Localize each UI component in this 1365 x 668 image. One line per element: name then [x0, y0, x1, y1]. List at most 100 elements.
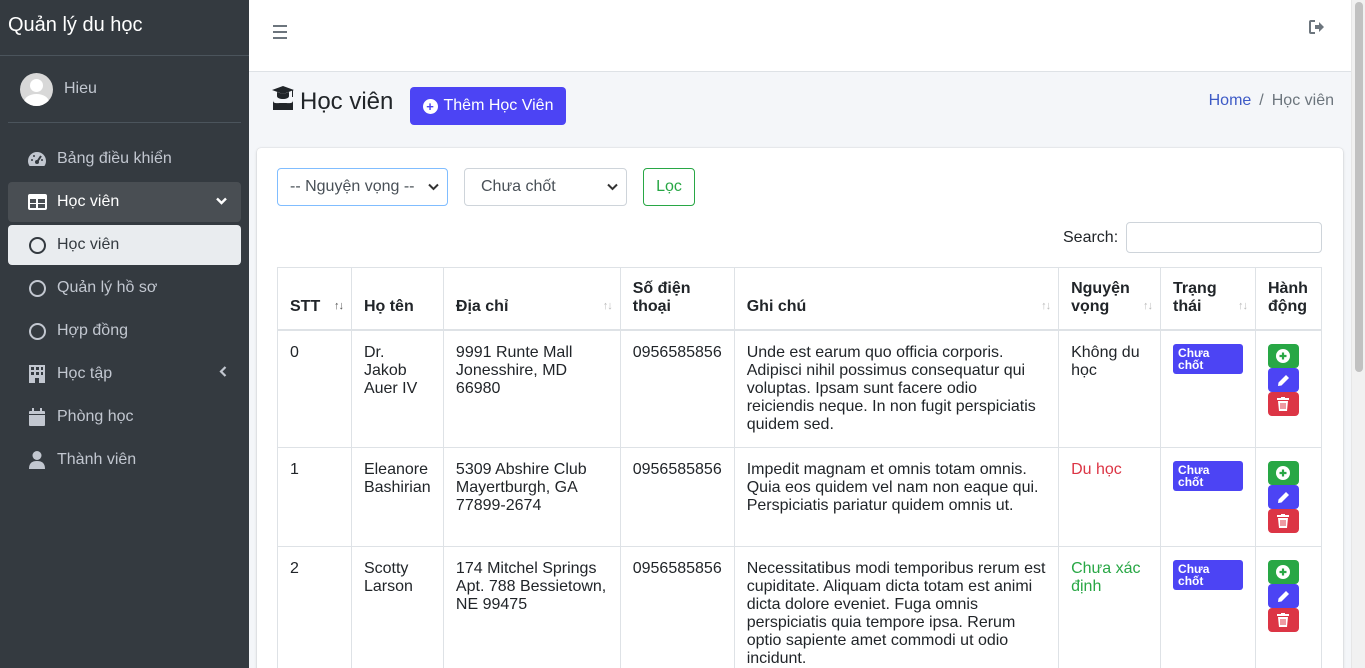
trang-thai-select[interactable]: Chưa chốt: [464, 168, 627, 206]
trash-icon: [1277, 613, 1290, 627]
col-ho-ten[interactable]: Họ tên: [350, 267, 444, 331]
sidebar: Quản lý du học Hieu Bảng điều khiển Học …: [0, 0, 249, 668]
sidebar-item-dashboard[interactable]: Bảng điều khiển: [8, 139, 241, 179]
add-button[interactable]: [1267, 344, 1299, 368]
col-dia-chi[interactable]: Địa chỉ ↑↓: [442, 267, 621, 331]
delete-button[interactable]: [1267, 509, 1299, 533]
menu-toggle-icon[interactable]: [273, 25, 287, 43]
brand-title[interactable]: Quản lý du học: [0, 0, 249, 56]
delete-button[interactable]: [1267, 392, 1299, 416]
sidebar-item-label: Bảng điều khiển: [57, 150, 172, 167]
delete-button[interactable]: [1267, 608, 1299, 632]
avatar[interactable]: [20, 72, 53, 106]
table-row: 0 Dr. Jakob Auer IV 9991 Runte Mall Jone…: [277, 329, 1323, 448]
sort-icon: ↑↓: [602, 300, 613, 312]
chevron-down-icon: [428, 180, 439, 194]
col-header-label: Ghi chú: [746, 298, 807, 315]
sort-icon: ↑↓: [333, 300, 344, 312]
cell-address: 5309 Abshire Club Mayertburgh, GA 77899-…: [442, 447, 621, 547]
nguyen-vong-value: -- Nguyện vọng --: [290, 178, 415, 195]
nguyen-vong-select[interactable]: -- Nguyện vọng --: [277, 168, 448, 206]
cell-note: Unde est earum quo officia corporis. Adi…: [733, 329, 1060, 448]
cell-phone: 0956585856: [619, 329, 735, 448]
pencil-icon: [1277, 590, 1289, 602]
cell-actions: [1254, 447, 1323, 547]
cell-wish: Du học: [1058, 447, 1162, 547]
cell-name: Dr. Jakob Auer IV: [350, 329, 444, 448]
chevron-left-icon: [219, 366, 227, 380]
cell-actions: [1254, 546, 1323, 668]
sidebar-item-label: Thành viên: [57, 451, 137, 468]
trash-icon: [1277, 397, 1290, 411]
graduation-cap-icon: [272, 86, 294, 117]
col-header-label: Số điện thoại: [632, 280, 691, 315]
sidebar-item-phong-hoc[interactable]: Phòng học: [8, 397, 241, 437]
breadcrumb-current: Học viên: [1271, 92, 1334, 109]
cell-status: Chưa chốt: [1160, 546, 1256, 668]
col-header-label: Họ tên: [363, 298, 414, 315]
circle-icon: [26, 278, 48, 298]
sidebar-item-label: Phòng học: [57, 408, 134, 425]
cell-stt: 2: [277, 546, 352, 668]
breadcrumb-home-link[interactable]: Home: [1209, 92, 1252, 109]
plus-circle-icon: [1276, 565, 1291, 579]
sidebar-item-label: Học viên: [57, 193, 120, 210]
sidebar-item-label: Hợp đồng: [57, 322, 128, 339]
logout-icon[interactable]: [1309, 20, 1325, 39]
filter-button[interactable]: Lọc: [643, 168, 695, 206]
sidebar-nav: Bảng điều khiển Học viên Học viên Quản l…: [0, 123, 249, 480]
add-button[interactable]: [1267, 461, 1299, 485]
cell-status: Chưa chốt: [1160, 447, 1256, 547]
add-student-label: Thêm Học Viên: [443, 97, 554, 114]
building-icon: [26, 364, 48, 384]
add-student-button[interactable]: + Thêm Học Viên: [410, 87, 566, 125]
status-badge: Chưa chốt: [1173, 461, 1243, 491]
table-icon: [26, 192, 48, 212]
sidebar-item-hop-dong[interactable]: Hợp đồng: [8, 311, 241, 351]
sort-icon: ↑↓: [1237, 300, 1248, 312]
col-trang-thai[interactable]: Trạng thái ↑↓: [1160, 267, 1256, 331]
breadcrumb: Home / Học viên: [1209, 92, 1334, 110]
page-scrollbar[interactable]: [1351, 0, 1365, 668]
edit-button[interactable]: [1267, 368, 1299, 392]
cell-address: 174 Mitchel Springs Apt. 788 Bessietown,…: [442, 546, 621, 668]
col-so-dien-thoai[interactable]: Số điện thoại: [619, 267, 735, 331]
search-input[interactable]: [1126, 222, 1322, 253]
sort-icon: ↑↓: [1041, 300, 1051, 312]
col-header-label: Hành động: [1267, 280, 1308, 315]
trash-icon: [1277, 514, 1290, 528]
sort-icon: ↑↓: [1143, 300, 1153, 312]
col-ghi-chu[interactable]: Ghi chú ↑↓: [733, 267, 1060, 331]
cell-stt: 0: [277, 329, 352, 448]
col-header-label: Trạng thái: [1173, 280, 1217, 315]
col-nguyen-vong[interactable]: Nguyện vọng ↑↓: [1058, 267, 1162, 331]
cell-actions: [1254, 329, 1323, 448]
cell-name: Scotty Larson: [350, 546, 444, 668]
cell-wish: Chưa xác định: [1058, 546, 1162, 668]
students-card: -- Nguyện vọng -- Chưa chốt Lọc Search: …: [257, 148, 1343, 668]
edit-button[interactable]: [1267, 584, 1299, 608]
plus-circle-icon: [1276, 349, 1291, 363]
cell-note: Impedit magnam et omnis totam omnis. Qui…: [733, 447, 1060, 547]
edit-button[interactable]: [1267, 485, 1299, 509]
user-icon: [26, 450, 48, 470]
user-name[interactable]: Hieu: [64, 80, 97, 98]
cell-phone: 0956585856: [619, 447, 735, 547]
calendar-icon: [26, 407, 48, 427]
pencil-icon: [1277, 491, 1289, 503]
sidebar-item-thanh-vien[interactable]: Thành viên: [8, 440, 241, 480]
col-header-label: STT: [290, 298, 321, 315]
scrollbar-thumb[interactable]: [1355, 2, 1363, 372]
user-panel[interactable]: Hieu: [8, 56, 241, 123]
cell-wish: Không du học: [1058, 329, 1162, 448]
sidebar-item-quan-ly-ho-so[interactable]: Quản lý hồ sơ: [8, 268, 241, 308]
sidebar-item-label: Quản lý hồ sơ: [57, 279, 158, 296]
page-title: Học viên: [272, 86, 393, 117]
sidebar-item-hoc-tap[interactable]: Học tập: [8, 354, 241, 394]
sidebar-item-hoc-vien-group[interactable]: Học viên: [8, 182, 241, 222]
cell-phone: 0956585856: [619, 546, 735, 668]
cell-address: 9991 Runte Mall Jonesshire, MD 66980: [442, 329, 621, 448]
col-stt[interactable]: STT ↑↓: [277, 267, 352, 331]
sidebar-item-hoc-vien[interactable]: Học viên: [8, 225, 241, 265]
add-button[interactable]: [1267, 560, 1299, 584]
